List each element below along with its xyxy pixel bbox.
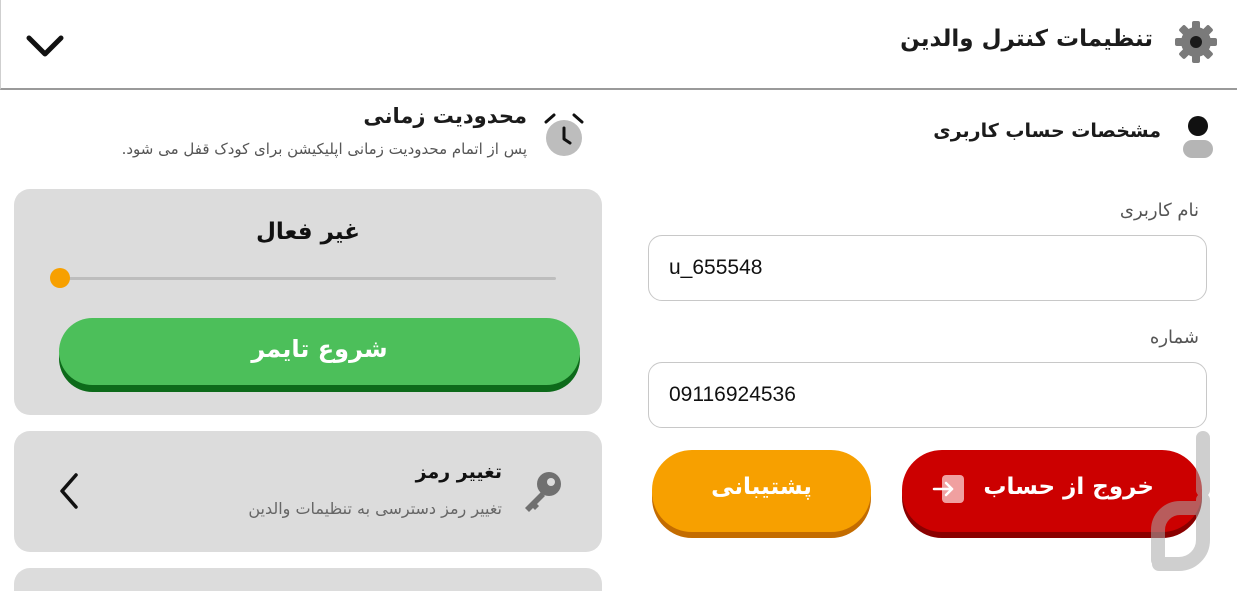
start-timer-button[interactable]: شروع تایمر <box>59 318 580 385</box>
account-section-title: مشخصات حساب کاربری <box>933 120 1161 142</box>
timer-card: غیر فعال شروع تایمر <box>14 189 602 415</box>
settings-item-partial[interactable] <box>14 568 602 591</box>
watermark-logo-icon <box>1151 431 1210 571</box>
username-label: نام کاربری <box>1119 200 1199 221</box>
start-timer-button-label: شروع تایمر <box>251 335 388 363</box>
timer-status: غیر فعال <box>255 219 361 245</box>
phone-value: 09116924536 <box>669 383 796 406</box>
slider-thumb[interactable] <box>50 268 70 288</box>
change-password-item[interactable]: تغییر رمز تغییر رمز دسترسی به تنظیمات وا… <box>14 431 602 552</box>
phone-label: شماره <box>1149 327 1199 348</box>
time-limit-description: پس از اتمام محدودیت زمانی اپلیکیشن برای … <box>121 140 527 158</box>
time-limit-title: محدودیت زمانی <box>363 104 527 128</box>
username-value: u_655548 <box>669 256 763 279</box>
gear-icon <box>1175 21 1217 63</box>
username-field[interactable]: u_655548 <box>648 235 1207 301</box>
page-title: تنظیمات کنترل والدین <box>900 26 1153 52</box>
alarm-clock-icon <box>544 113 584 156</box>
user-icon <box>1183 116 1213 158</box>
chevron-left-icon[interactable] <box>54 471 84 511</box>
logout-button-label: خروج از حساب <box>983 474 1154 500</box>
time-limit-slider[interactable] <box>50 268 556 288</box>
change-password-description: تغییر رمز دسترسی به تنظیمات والدین <box>248 499 502 518</box>
app-header: تنظیمات کنترل والدین <box>0 0 1237 90</box>
key-icon <box>525 472 561 512</box>
support-button-label: پشتیبانی <box>711 474 812 500</box>
exit-icon <box>932 475 964 503</box>
support-button[interactable]: پشتیبانی <box>652 450 871 532</box>
change-password-title: تغییر رمز <box>415 461 502 483</box>
chevron-down-icon[interactable] <box>23 28 67 64</box>
phone-field[interactable]: 09116924536 <box>648 362 1207 428</box>
